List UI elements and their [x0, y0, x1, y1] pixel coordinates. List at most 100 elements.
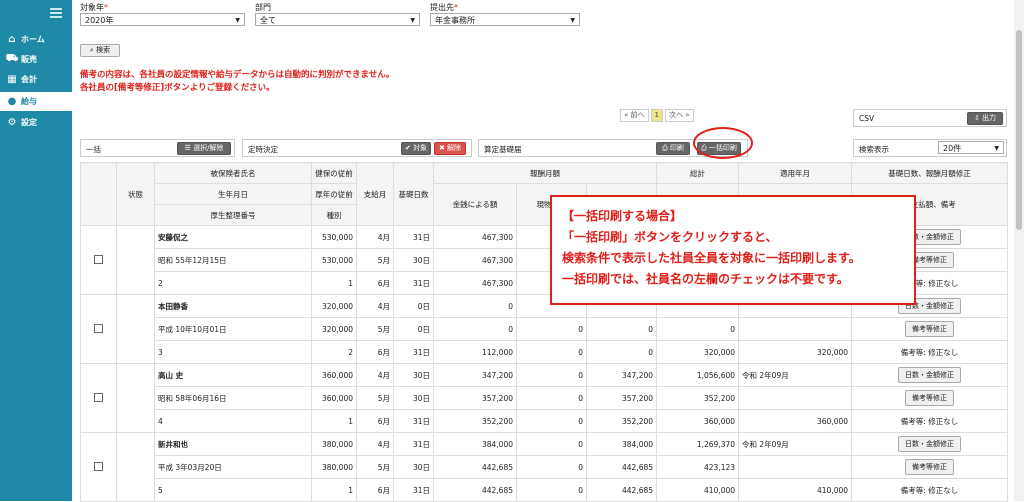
- select-toggle-button[interactable]: ☰ 選択/解除: [177, 142, 231, 155]
- employee-num: 4: [154, 409, 312, 433]
- subtotal-amount: 352,200: [585, 409, 658, 433]
- display-count-select[interactable]: 20件 ▼: [938, 141, 1004, 154]
- year-select[interactable]: 2020年 ▼: [80, 13, 245, 26]
- pay-month: 6月: [356, 340, 394, 364]
- bulk-panel: 一括 ☰ 選択/解除: [80, 139, 235, 157]
- money-amount: 467,300: [433, 248, 517, 272]
- fix-cell: 日数・金額修正: [851, 363, 1009, 387]
- table-row: 平成 3年03月20日 380,000 5月 30日 442,685 0 442,685 42…: [81, 455, 1009, 479]
- apply-month: 令和 2年09月: [738, 363, 853, 387]
- dest-select[interactable]: 年金事務所 ▼: [430, 13, 580, 26]
- subtotal-amount: 442,685: [585, 455, 658, 479]
- employee-birth: 昭和 58年06月16日: [154, 386, 312, 410]
- sidebar-item-2[interactable]: ▦ 会計: [0, 70, 72, 89]
- calculator-icon: ▦: [7, 74, 17, 85]
- table-row: 高山 史 360,000 4月 30日 347,200 0 347,200 1,056,600…: [80, 363, 1009, 433]
- base-days: 30日: [393, 386, 434, 410]
- row-checkbox[interactable]: [94, 323, 103, 333]
- header-health: 健保の従前: [311, 162, 357, 184]
- apply-month: [738, 317, 853, 341]
- goods-amount: 0: [516, 455, 587, 479]
- note-line-2: 各社員の[備考等修正]ボタンよりご登録ください。: [80, 83, 275, 93]
- row-checkbox-cell: [80, 432, 117, 502]
- header-month: 支給月: [356, 162, 394, 226]
- fix-days-amount-button[interactable]: 日数・金額修正: [898, 436, 962, 452]
- employee-num: 2: [154, 271, 312, 295]
- scrollbar-thumb[interactable]: [1016, 30, 1022, 230]
- sidebar-item-label: 販売: [21, 55, 37, 64]
- sidebar-item-4[interactable]: ⚙ 設定: [0, 113, 72, 132]
- apply-month: [738, 455, 853, 479]
- money-amount: 0: [433, 294, 517, 318]
- pay-month: 5月: [356, 386, 394, 410]
- header-pension: 厚年の従前: [311, 183, 357, 205]
- csv-panel: CSV ⇩ 出力: [853, 109, 1007, 127]
- callout-box: 【一括印刷する場合】 「一括印刷」ボタンをクリックすると、 検索条件で表示した社…: [550, 195, 916, 305]
- print-button[interactable]: ⎙ 印刷: [656, 142, 690, 155]
- pay-month: 5月: [356, 455, 394, 479]
- row-checkbox[interactable]: [94, 461, 103, 471]
- truck-icon: ⛟: [5, 53, 19, 64]
- chevron-down-icon: ▼: [994, 145, 999, 152]
- row-checkbox[interactable]: [94, 254, 103, 264]
- highlight-ellipse: [693, 127, 753, 159]
- chevron-down-icon: ▼: [410, 17, 415, 24]
- header-reward: 報酬月額: [432, 162, 658, 184]
- release-button[interactable]: ✖ 解除: [434, 142, 466, 155]
- prev-page-button[interactable]: « 前へ: [620, 109, 649, 122]
- employee-health: 320,000: [311, 294, 357, 318]
- pagination: « 前へ 1 次へ »: [620, 109, 694, 122]
- dest-label: 提出先*: [430, 3, 458, 12]
- employee-pension: 360,000: [311, 386, 357, 410]
- row-checkbox[interactable]: [94, 392, 103, 402]
- fix-cell: 備考等修正: [851, 455, 1009, 479]
- csv-label: CSV: [859, 114, 875, 123]
- base-days: 31日: [393, 478, 434, 502]
- sidebar-item-label: 給与: [21, 97, 37, 106]
- scrollbar[interactable]: [1014, 0, 1024, 501]
- average-amount: 320,000: [738, 340, 853, 364]
- fix-remark-button[interactable]: 備考等修正: [905, 321, 955, 337]
- pay-month: 5月: [356, 317, 394, 341]
- fix-remark-button[interactable]: 備考等修正: [905, 459, 955, 475]
- search-button[interactable]: ⌕ 検索: [80, 44, 120, 57]
- fix-remark-button[interactable]: 備考等修正: [905, 390, 955, 406]
- base-days: 0日: [393, 294, 434, 318]
- base-days: 31日: [393, 432, 434, 456]
- goods-amount: 0: [516, 432, 587, 456]
- display-panel: 検索表示 20件 ▼: [853, 139, 1007, 157]
- goods-amount: 0: [516, 409, 587, 433]
- sidebar-item-3[interactable]: ● 給与: [0, 92, 72, 111]
- goods-amount: 0: [516, 317, 587, 341]
- note-line-1: 備考の内容は、各社員の設定情報や給与データからは自動的に判別ができません。: [80, 70, 395, 80]
- employee-type: 1: [311, 409, 357, 433]
- employee-type: 2: [311, 340, 357, 364]
- callout-line: 検索条件で表示した社員全員を対象に一括印刷します。: [562, 251, 861, 265]
- total-amount: 352,200: [656, 386, 740, 410]
- sidebar-item-0[interactable]: ⌂ ホーム: [0, 30, 72, 49]
- decision-label: 定時決定: [248, 145, 278, 154]
- menu-icon[interactable]: [50, 8, 62, 18]
- sidebar-item-label: 設定: [21, 118, 37, 127]
- next-page-button[interactable]: 次へ »: [664, 109, 694, 122]
- page-number[interactable]: 1: [650, 109, 663, 122]
- csv-export-button[interactable]: ⇩ 出力: [967, 112, 1003, 125]
- sidebar-item-1[interactable]: ⛟ 販売: [0, 50, 72, 69]
- row-checkbox-cell: [80, 225, 117, 295]
- employee-birth: 昭和 55年12月15日: [154, 248, 312, 272]
- header-apply: 適用年月: [738, 162, 853, 184]
- table-row: 5 1 6月 31日 442,685 0 442,685 410,000 410,000 備考等:…: [81, 478, 1009, 502]
- money-amount: 442,685: [433, 478, 517, 502]
- pay-month: 4月: [356, 363, 394, 387]
- row-checkbox-cell: [80, 363, 117, 433]
- target-button[interactable]: ✔ 対象: [401, 142, 431, 155]
- fix-cell: 備考等修正: [851, 317, 1009, 341]
- dept-select[interactable]: 全て ▼: [255, 13, 420, 26]
- apply-month: [738, 386, 853, 410]
- fix-days-amount-button[interactable]: 日数・金額修正: [898, 367, 962, 383]
- fix-cell: 備考等修正: [851, 386, 1009, 410]
- pay-month: 4月: [356, 294, 394, 318]
- employee-health: 360,000: [311, 363, 357, 387]
- pay-month: 5月: [356, 248, 394, 272]
- employee-name: 安藤侃之: [154, 225, 312, 249]
